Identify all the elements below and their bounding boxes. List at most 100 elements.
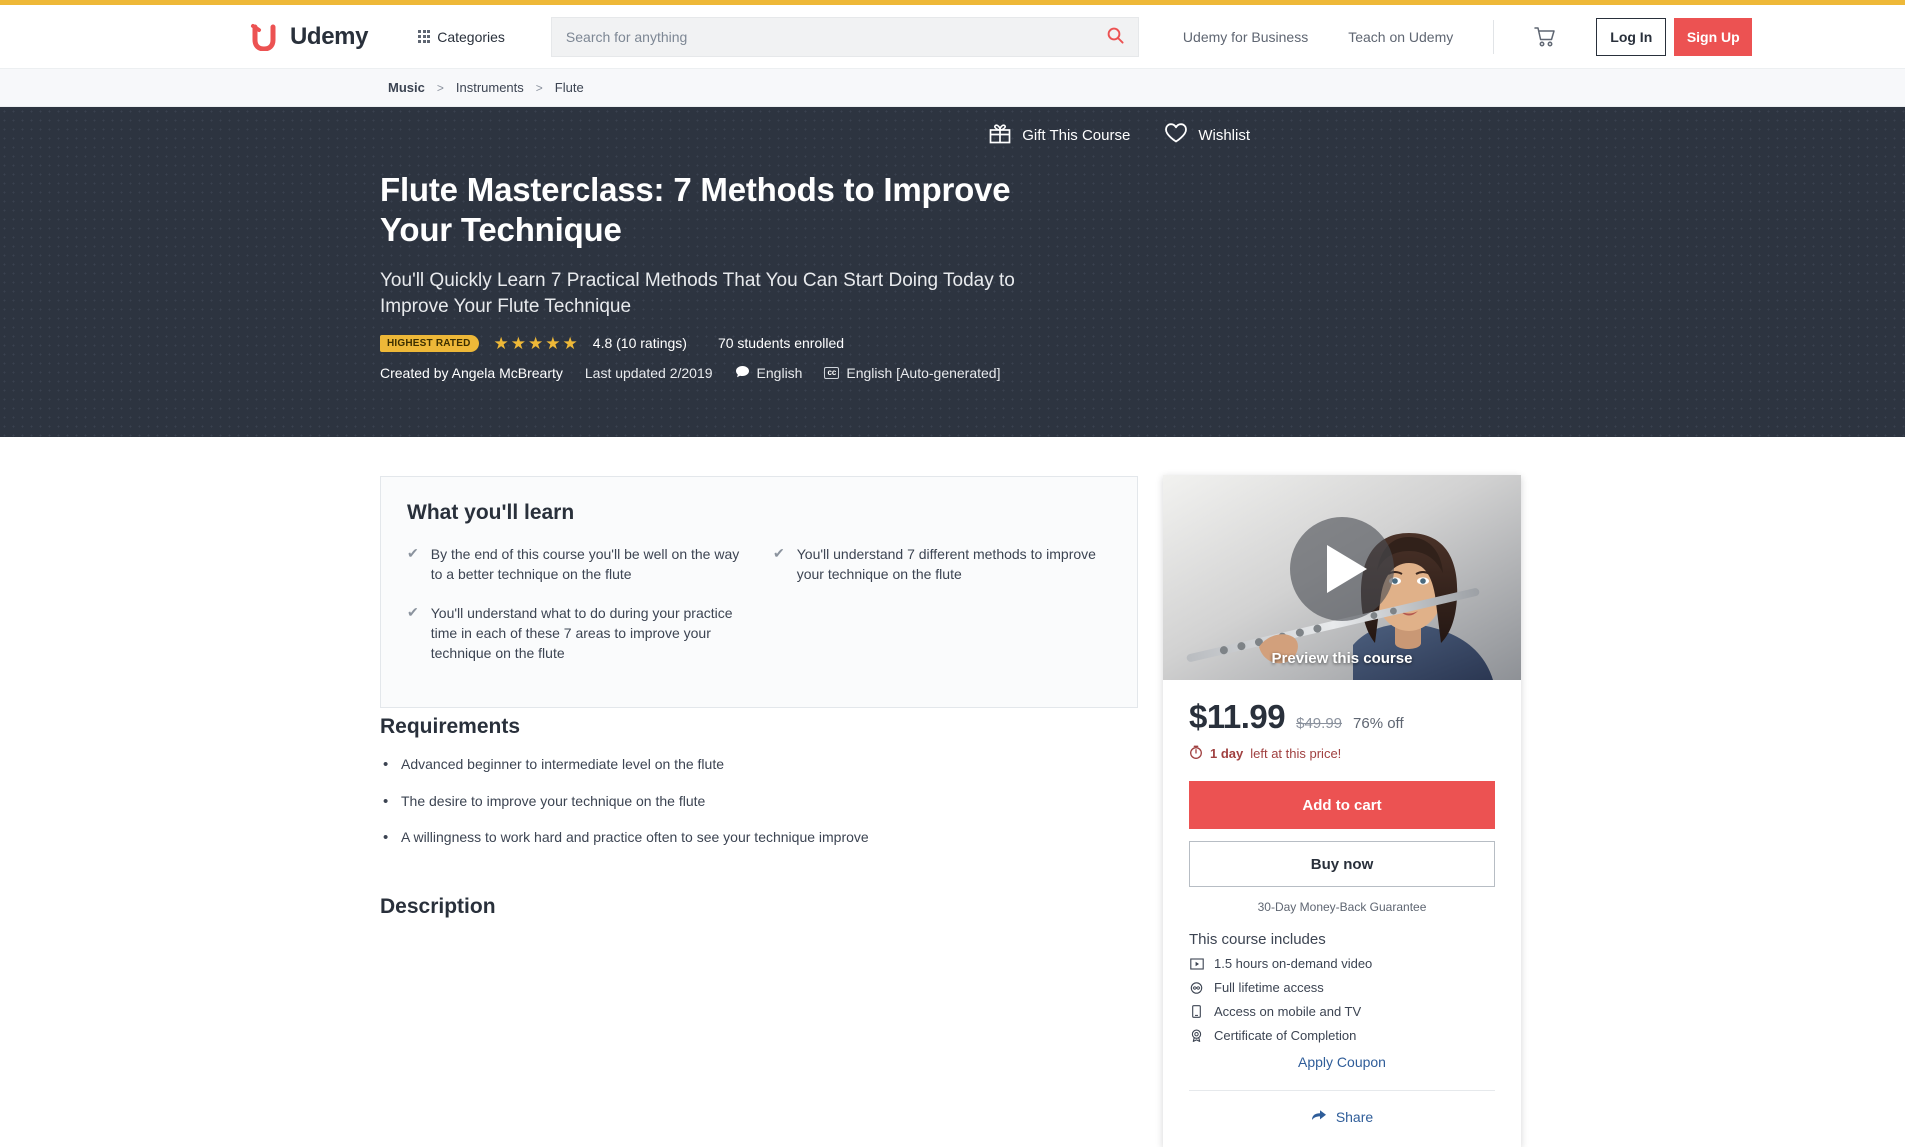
breadcrumb-item-music[interactable]: Music <box>388 80 425 95</box>
list-item: 1.5 hours on-demand video <box>1189 956 1495 971</box>
check-icon: ✔ <box>407 603 419 620</box>
nav-link-teach-on-udemy[interactable]: Teach on Udemy <box>1348 29 1453 45</box>
list-item: Advanced beginner to intermediate level … <box>380 754 1138 775</box>
udemy-logo-text: Udemy <box>290 22 369 50</box>
speech-bubble-icon <box>735 365 750 381</box>
include-label: Certificate of Completion <box>1214 1028 1357 1043</box>
rating-value[interactable]: 4.8 (10 ratings) <box>593 335 687 351</box>
course-includes-heading: This course includes <box>1189 931 1326 948</box>
list-item: Certificate of Completion <box>1189 1028 1495 1043</box>
share-arrow-icon <box>1311 1109 1327 1125</box>
students-enrolled: 70 students enrolled <box>717 335 845 352</box>
categories-menu[interactable]: Categories <box>418 29 505 45</box>
requirements-heading: Requirements <box>380 715 521 738</box>
breadcrumb: Music > Instruments > Flute <box>388 80 584 95</box>
header-nav-right: Udemy for Business Teach on Udemy Log In <box>1183 17 1667 56</box>
signup-button[interactable]: Sign Up <box>1674 17 1753 56</box>
mobile-icon <box>1189 1005 1204 1018</box>
nav-link-udemy-for-business[interactable]: Udemy for Business <box>1183 29 1308 45</box>
original-price: $49.99 <box>1296 715 1343 732</box>
star-icon: ★ <box>510 333 527 353</box>
star-icon: ★ <box>528 333 544 353</box>
play-button-icon[interactable] <box>1290 517 1394 622</box>
learn-item-label: You'll understand what to do during your… <box>430 604 733 662</box>
categories-label: Categories <box>437 28 505 45</box>
check-icon: ✔ <box>407 545 419 561</box>
infinity-icon <box>1189 981 1204 994</box>
star-rating: ★ ★ ★ ★ ★ <box>494 335 578 352</box>
learn-item-label: You'll understand 7 different methods to… <box>796 546 1096 583</box>
list-item: A willingness to work hard and practice … <box>380 827 1138 848</box>
course-includes-list: 1.5 hours on-demand video Full lifetime … <box>1189 956 1495 1043</box>
learn-item: ✔ You'll understand 7 different methods … <box>773 544 1111 585</box>
last-updated: Last updated 2/2019 <box>584 364 713 381</box>
purchase-card-body: $11.99 $49.99 76% off 1 day left at this… <box>1163 680 1521 1147</box>
course-captions-label: English [Auto-generated] <box>846 364 1001 381</box>
share-label: Share <box>1335 1109 1374 1125</box>
list-item: Access on mobile and TV <box>1189 1004 1495 1019</box>
learn-item: ✔ You'll understand what to do during yo… <box>407 603 745 664</box>
search-submit-button[interactable] <box>1107 27 1124 47</box>
buy-now-button[interactable]: Buy now <box>1189 841 1495 887</box>
deadline-text: left at this price! <box>1250 746 1342 761</box>
include-label: 1.5 hours on-demand video <box>1214 956 1373 971</box>
gift-icon <box>988 121 1012 149</box>
breadcrumb-separator: > <box>535 80 543 95</box>
wishlist-label: Wishlist <box>1198 126 1250 144</box>
udemy-u-logo-icon <box>248 22 282 52</box>
search-icon <box>1107 27 1124 47</box>
wishlist-button[interactable]: Wishlist <box>1164 122 1250 148</box>
apply-coupon-link[interactable]: Apply Coupon <box>1189 1054 1495 1070</box>
play-triangle <box>1326 545 1367 594</box>
course-meta-row: Created by Angela McBrearty Last updated… <box>380 365 1080 381</box>
site-header: Udemy Categories Udemy for Business Teac… <box>0 5 1905 69</box>
description-heading: Description <box>380 895 496 918</box>
learn-item-label: By the end of this course you'll be well… <box>430 546 740 583</box>
page-title: Flute Masterclass: 7 Methods to Improve … <box>380 171 1011 249</box>
hero-actions: Gift This Course Wishlist <box>988 121 1250 149</box>
discount-percent: 76% off <box>1353 715 1404 732</box>
learn-item: ✔ By the end of this course you'll be we… <box>407 544 745 585</box>
header-divider <box>1493 19 1495 54</box>
include-label: Access on mobile and TV <box>1214 1004 1362 1019</box>
course-captions: cc English [Auto-generated] <box>824 365 1000 381</box>
include-label: Full lifetime access <box>1214 980 1324 995</box>
star-icon: ★ <box>562 333 578 353</box>
shopping-cart-icon[interactable] <box>1534 26 1556 48</box>
breadcrumb-separator: > <box>436 80 444 95</box>
what-you-will-learn-section: What you'll learn ✔ By the end of this c… <box>380 476 1138 709</box>
check-icon: ✔ <box>773 545 785 561</box>
login-button[interactable]: Log In <box>1596 17 1667 56</box>
video-icon <box>1189 957 1204 970</box>
search-bar[interactable] <box>550 16 1139 57</box>
udemy-logo[interactable]: Udemy <box>248 22 368 52</box>
course-preview-thumbnail[interactable]: Preview this course <box>1163 475 1521 680</box>
search-input[interactable] <box>565 28 1107 45</box>
stopwatch-icon <box>1189 745 1203 762</box>
breadcrumb-bar: Music > Instruments > Flute <box>0 69 1905 107</box>
share-button[interactable]: Share <box>1189 1109 1495 1125</box>
money-back-guarantee: 30-Day Money-Back Guarantee <box>1257 900 1427 914</box>
card-divider <box>1189 1090 1495 1091</box>
course-subtitle: You'll Quickly Learn 7 Practical Methods… <box>380 269 1015 318</box>
star-icon: ★ <box>545 333 561 353</box>
hero-body: Flute Masterclass: 7 Methods to Improve … <box>380 170 1080 381</box>
course-hero: Gift This Course Wishlist Flute Mastercl… <box>0 107 1905 437</box>
course-author[interactable]: Created by Angela McBrearty <box>380 365 563 381</box>
what-you-will-learn-grid: ✔ By the end of this course you'll be we… <box>407 544 1111 681</box>
course-rating-row: HIGHEST RATED ★ ★ ★ ★ ★ 4.8 (10 ratings)… <box>380 334 1080 352</box>
breadcrumb-item-instruments[interactable]: Instruments <box>456 80 524 95</box>
gift-this-course-label: Gift This Course <box>1022 126 1131 144</box>
requirements-list: Advanced beginner to intermediate level … <box>380 754 1138 848</box>
certificate-icon <box>1189 1029 1204 1042</box>
course-language: English <box>735 365 802 381</box>
gift-this-course-button[interactable]: Gift This Course <box>988 121 1130 149</box>
grid-icon <box>418 30 431 43</box>
add-to-cart-button[interactable]: Add to cart <box>1189 781 1495 829</box>
what-you-will-learn-heading: What you'll learn <box>407 501 575 524</box>
price-deadline: 1 day left at this price! <box>1189 745 1495 762</box>
requirements-section: Requirements Advanced beginner to interm… <box>380 715 1138 865</box>
breadcrumb-item-flute[interactable]: Flute <box>555 80 584 95</box>
purchase-card: Preview this course $11.99 $49.99 76% of… <box>1163 475 1521 1147</box>
star-icon: ★ <box>493 333 509 353</box>
